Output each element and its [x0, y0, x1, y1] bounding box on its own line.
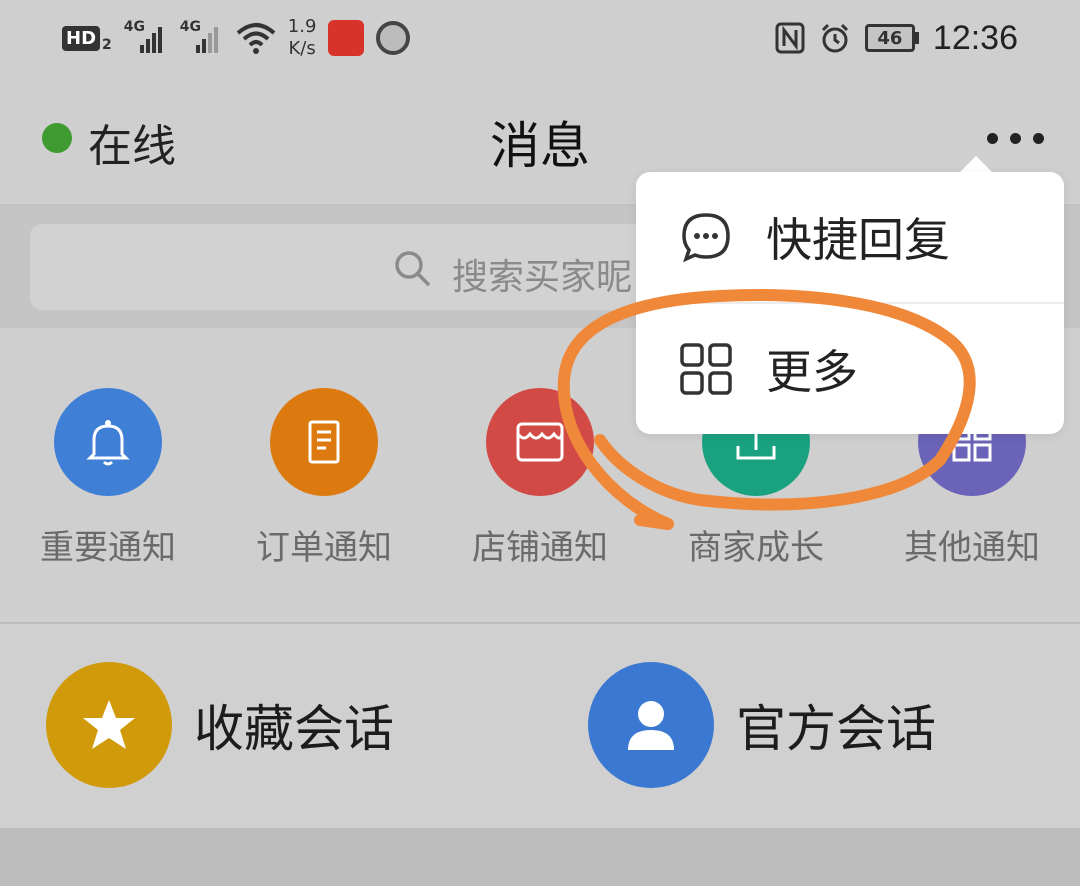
- status-bar: HD 2 4G 4G 1.9 K/s 46 12:36: [0, 0, 1080, 78]
- session-favorites[interactable]: 收藏会话: [46, 662, 394, 788]
- signal-label: 4G: [123, 19, 145, 35]
- shop-icon: [486, 388, 594, 496]
- wifi-icon: [236, 23, 276, 54]
- notification-item-shop[interactable]: 店铺通知: [432, 388, 648, 568]
- notification-label: 其他通知: [904, 528, 1040, 568]
- chat-bubble-icon: [682, 213, 730, 263]
- menu-item-label: 更多: [766, 345, 858, 399]
- menu-item-more[interactable]: 更多: [636, 304, 1064, 434]
- app-notification-icon: [376, 21, 411, 55]
- search-placeholder: 搜索买家昵: [452, 257, 633, 298]
- signal-label: 4G: [179, 19, 201, 35]
- notification-item-order[interactable]: 订单通知: [216, 388, 432, 568]
- network-speed: 1.9 K/s: [288, 16, 317, 60]
- document-icon: [270, 388, 378, 496]
- signal-icon: 4G: [180, 19, 224, 53]
- notification-item-important[interactable]: 重要通知: [0, 388, 216, 568]
- nfc-icon: [775, 22, 805, 54]
- session-label: 官方会话: [736, 700, 936, 758]
- battery-level: 46: [864, 24, 915, 52]
- notification-label: 店铺通知: [472, 528, 608, 568]
- app-notification-icon: [328, 20, 365, 56]
- hd-sub: 2: [102, 37, 112, 53]
- bell-icon: [54, 388, 162, 496]
- search-icon: [395, 251, 430, 286]
- alarm-icon: [821, 23, 848, 53]
- speed-unit: K/s: [288, 38, 316, 59]
- session-official[interactable]: 官方会话: [588, 662, 936, 788]
- battery-icon: 46: [864, 24, 919, 52]
- notification-label: 重要通知: [40, 528, 176, 568]
- menu-item-label: 快捷回复: [766, 213, 950, 267]
- list-section-header: [0, 828, 1080, 886]
- notification-label: 商家成长: [688, 528, 824, 568]
- more-popup-menu: 快捷回复 更多: [636, 172, 1064, 434]
- clock: 12:36: [932, 18, 1018, 57]
- session-label: 收藏会话: [194, 700, 394, 758]
- speed-value: 1.9: [287, 16, 317, 37]
- signal-icon: 4G: [124, 19, 168, 53]
- person-icon: [588, 662, 714, 788]
- status-bar-right: 46 12:36: [775, 16, 1018, 60]
- star-icon: [46, 662, 172, 788]
- more-dots-icon[interactable]: [975, 118, 1055, 158]
- menu-item-quick-reply[interactable]: 快捷回复: [636, 172, 1064, 302]
- status-bar-left: HD 2 4G 4G 1.9 K/s: [62, 16, 411, 60]
- notification-label: 订单通知: [256, 528, 392, 568]
- grid-four-icon: [680, 343, 732, 395]
- hd-badge: HD: [62, 25, 101, 51]
- page-title: 消息: [490, 117, 590, 175]
